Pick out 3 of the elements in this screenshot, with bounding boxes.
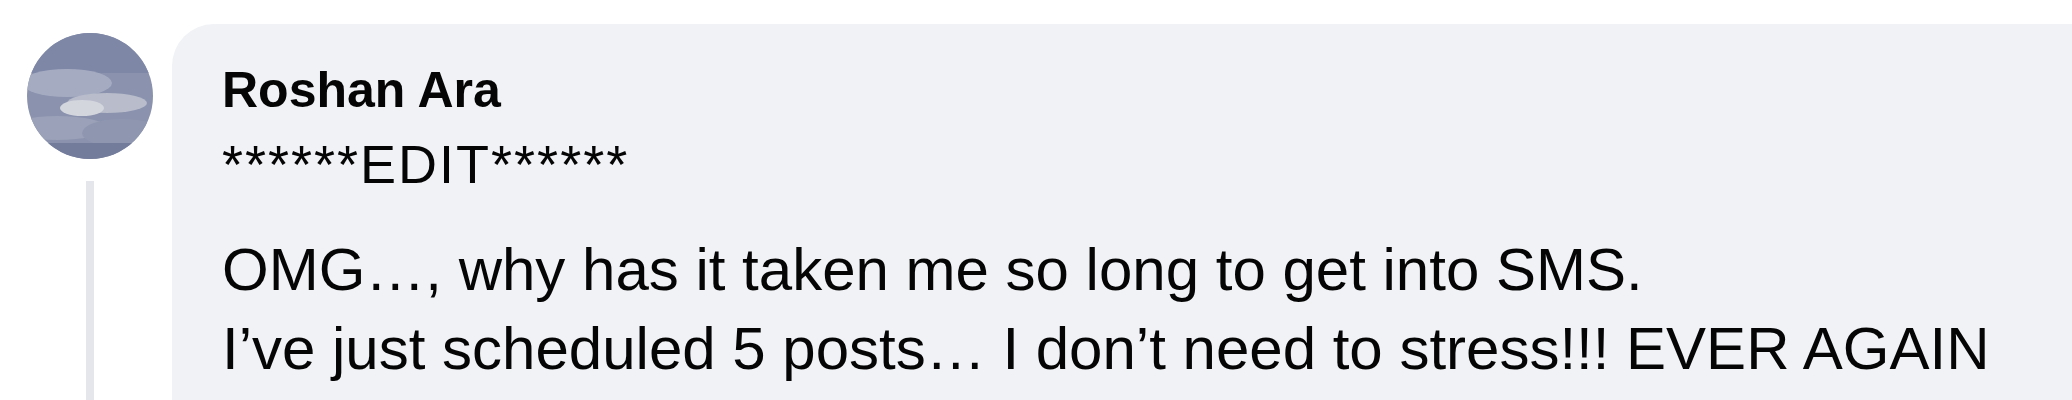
comment-text: OMG…, why has it taken me so long to get into SMS. I’ve just scheduled 5 posts… I don’t need to stress!!! EVER AGAIN xyxy=(222,235,1991,384)
author-name[interactable]: Roshan Ara xyxy=(222,64,2072,116)
comment-text: ******EDIT****** xyxy=(222,138,631,190)
